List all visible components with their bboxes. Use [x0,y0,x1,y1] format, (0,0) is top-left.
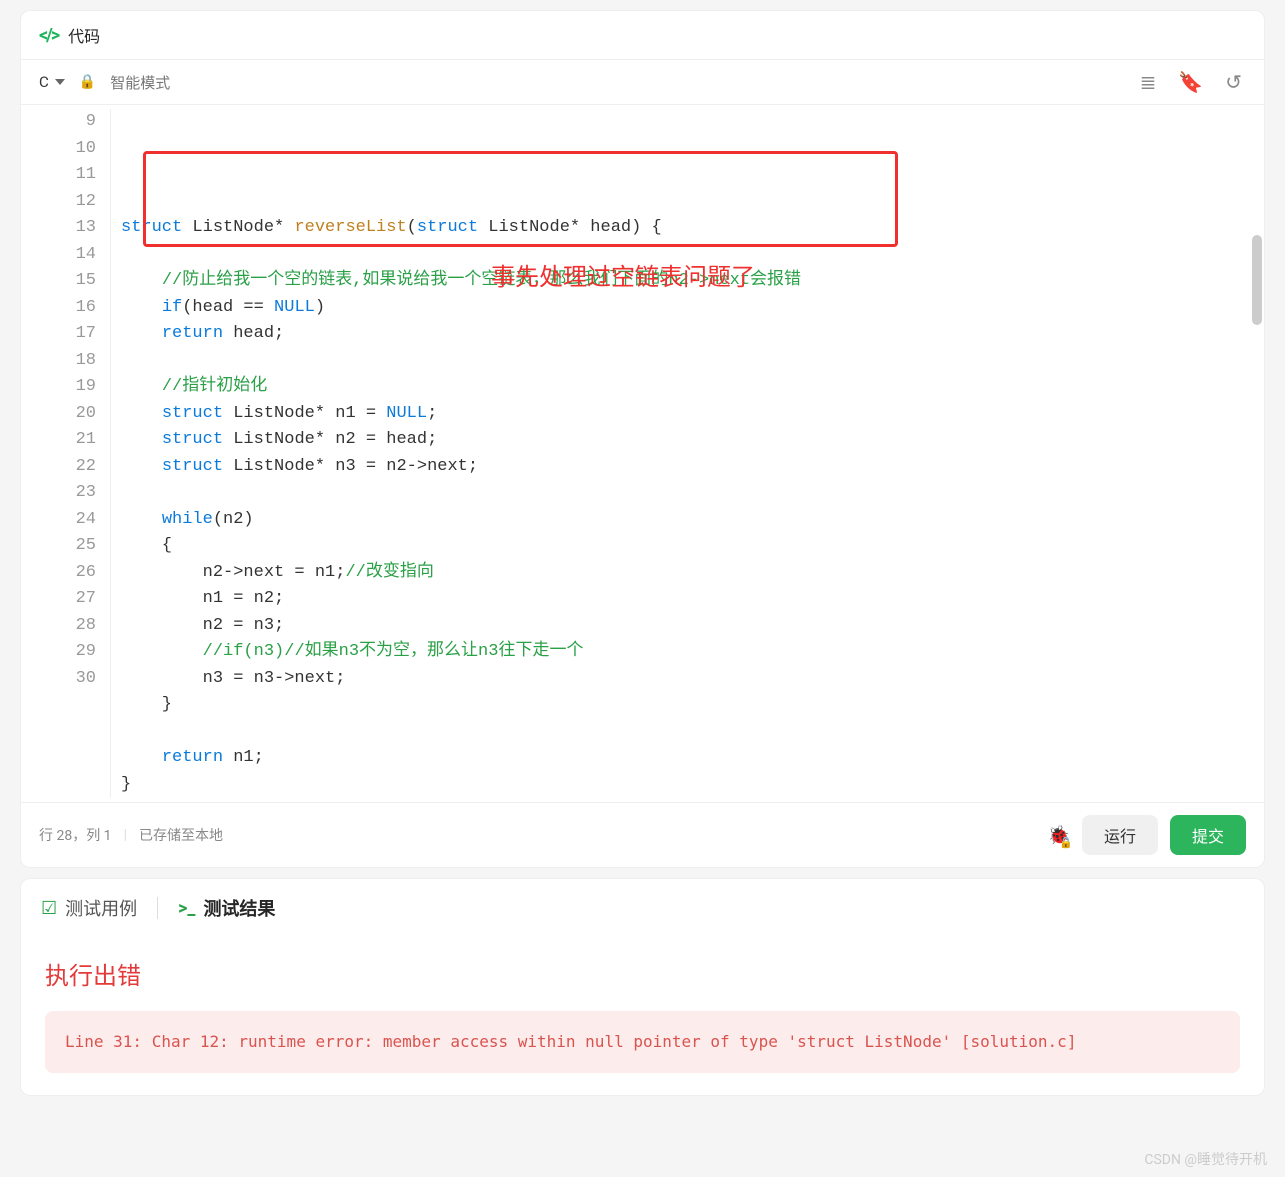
line-number: 16 [21,295,96,322]
language-label: C [39,73,49,91]
code-line[interactable]: struct ListNode* n1 = NULL; [121,401,1264,428]
line-number: 18 [21,348,96,375]
code-line[interactable]: { [121,533,1264,560]
code-line[interactable]: if(head == NULL) [121,295,1264,322]
line-number: 30 [21,666,96,693]
code-editor[interactable]: 9101112131415161718192021222324252627282… [21,105,1264,802]
line-number: 13 [21,215,96,242]
watermark: CSDN @睡觉待开机 [1144,1149,1267,1169]
editor-wrap: 9101112131415161718192021222324252627282… [21,105,1264,802]
code-line[interactable]: while(n2) [121,507,1264,534]
code-line[interactable] [121,719,1264,746]
line-number: 9 [21,109,96,136]
code-line[interactable]: n2->next = n1;//改变指向 [121,560,1264,587]
line-number: 19 [21,374,96,401]
line-number: 20 [21,401,96,428]
save-status: 已存储至本地 [139,825,223,845]
code-line[interactable]: //if(n3)//如果n3不为空，那么让n3往下走一个 [121,639,1264,666]
code-line[interactable]: //指针初始化 [121,374,1264,401]
line-number: 11 [21,162,96,189]
cursor-position: 行 28，列 1 [39,825,112,845]
submit-button[interactable]: 提交 [1170,815,1246,855]
tab-result-label: 测试结果 [203,895,275,921]
panel-header: </> 代码 [21,11,1264,60]
lock-icon: 🔒 [79,74,96,90]
code-line[interactable]: n1 = n2; [121,586,1264,613]
line-gutter: 9101112131415161718192021222324252627282… [21,109,111,798]
code-line[interactable]: return n1; [121,745,1264,772]
line-number: 21 [21,427,96,454]
mode-label: 智能模式 [110,72,170,93]
line-number: 14 [21,242,96,269]
line-number: 15 [21,268,96,295]
line-number: 22 [21,454,96,481]
editor-toolbar: C 🔒 智能模式 ≣ 🔖 ↺ [21,60,1264,105]
code-area[interactable]: 事先处理过空链表问题了 struct ListNode* reverseList… [111,109,1264,798]
status-bar: 行 28，列 1 | 已存储至本地 🐞🔒 运行 提交 [21,802,1264,867]
code-panel: </> 代码 C 🔒 智能模式 ≣ 🔖 ↺ 910111213141516171… [20,10,1265,868]
run-button[interactable]: 运行 [1082,815,1158,855]
scrollbar-thumb[interactable] [1252,235,1262,325]
chevron-down-icon [55,79,65,85]
code-line[interactable] [121,480,1264,507]
check-square-icon: ☑ [41,898,57,919]
bookmark-icon[interactable]: 🔖 [1174,70,1207,94]
code-line[interactable]: n2 = n3; [121,613,1264,640]
annotation-text: 事先处理过空链表问题了 [491,265,755,292]
code-line[interactable]: } [121,692,1264,719]
line-number: 25 [21,533,96,560]
tab-result[interactable]: >_ 测试结果 [178,895,275,921]
reset-icon[interactable]: ↺ [1221,70,1246,94]
code-line[interactable]: } [121,772,1264,799]
code-line[interactable]: n3 = n3->next; [121,666,1264,693]
code-line[interactable]: struct ListNode* reverseList(struct List… [121,215,1264,242]
panel-title: 代码 [68,23,100,47]
error-message: Line 31: Char 12: runtime error: member … [45,1011,1240,1073]
line-number: 27 [21,586,96,613]
results-tabs: ☑ 测试用例 >_ 测试结果 [21,879,1264,938]
tab-testcase[interactable]: ☑ 测试用例 [41,895,137,921]
line-number: 10 [21,136,96,163]
format-icon[interactable]: ≣ [1136,70,1161,94]
debug-icon[interactable]: 🐞🔒 [1048,825,1070,846]
line-number: 12 [21,189,96,216]
line-number: 17 [21,321,96,348]
code-line[interactable]: struct ListNode* n2 = head; [121,427,1264,454]
results-panel: ☑ 测试用例 >_ 测试结果 执行出错 Line 31: Char 12: ru… [20,878,1265,1096]
terminal-icon: >_ [178,898,195,919]
code-icon: </> [39,25,58,46]
tab-divider [157,897,158,919]
tab-testcase-label: 测试用例 [65,895,137,921]
code-line[interactable]: return head; [121,321,1264,348]
status-separator: | [124,827,127,843]
line-number: 26 [21,560,96,587]
line-number: 23 [21,480,96,507]
line-number: 24 [21,507,96,534]
line-number: 28 [21,613,96,640]
error-heading: 执行出错 [21,938,1264,1001]
code-line[interactable] [121,348,1264,375]
code-line[interactable]: struct ListNode* n3 = n2->next; [121,454,1264,481]
line-number: 29 [21,639,96,666]
language-selector[interactable]: C [39,73,65,91]
